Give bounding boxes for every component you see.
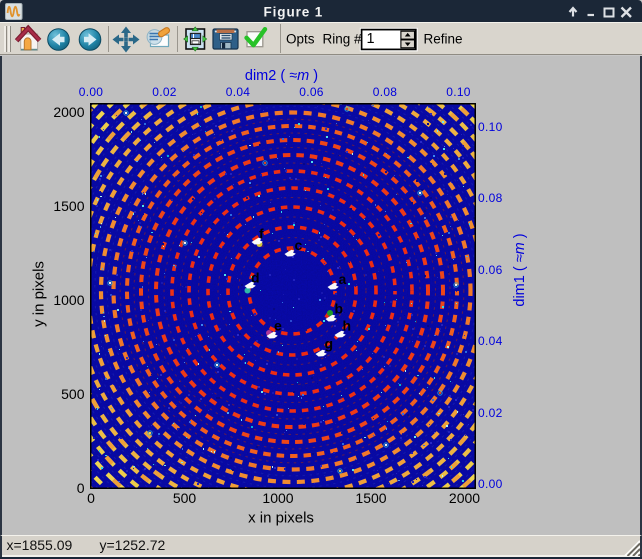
svg-text:e: e [274, 318, 282, 334]
svg-text:a: a [339, 271, 347, 287]
svg-text:g: g [325, 336, 334, 352]
svg-text:h: h [343, 318, 352, 334]
svg-text:d: d [251, 270, 260, 286]
svg-text:c: c [295, 237, 303, 253]
svg-text:f: f [259, 226, 264, 242]
svg-text:b: b [335, 301, 344, 317]
